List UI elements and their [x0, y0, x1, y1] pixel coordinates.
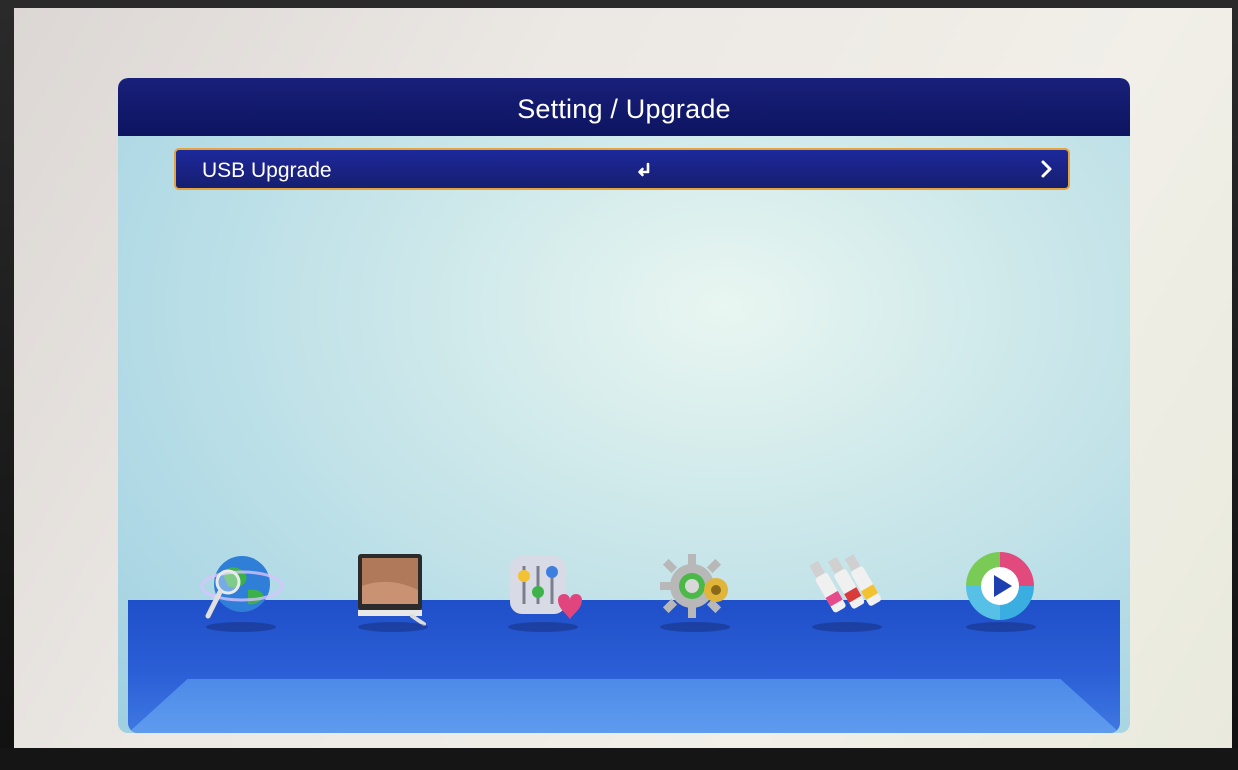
monitor-tv-icon[interactable]: [350, 546, 436, 632]
equalizer-heart-icon[interactable]: [500, 546, 586, 632]
osd-panel: Setting / Upgrade USB Upgrade: [118, 78, 1130, 733]
menu-item-usb-upgrade[interactable]: USB Upgrade: [174, 148, 1070, 190]
shelf-floor: [128, 679, 1120, 733]
media-play-icon[interactable]: [958, 546, 1044, 632]
icon-shadow: [508, 622, 578, 632]
monitor-tv-graphic: [358, 554, 426, 626]
icon-shadow: [206, 622, 276, 632]
icon-shadow: [358, 622, 428, 632]
av-cable-plugs-icon[interactable]: [804, 546, 890, 632]
equalizer-heart-graphic: [510, 556, 582, 620]
media-play-graphic: [966, 552, 1034, 620]
icon-shadow: [660, 622, 730, 632]
title-bar: Setting / Upgrade: [118, 78, 1130, 136]
icon-shadow: [966, 622, 1036, 632]
gear-settings-icon[interactable]: [652, 546, 738, 632]
av-cable-plugs-graphic: [809, 554, 882, 613]
globe-search-icon[interactable]: [198, 546, 284, 632]
enter-return-icon: [638, 162, 650, 177]
tv-bezel-bottom: [0, 748, 1238, 770]
globe-search-graphic: [200, 556, 284, 619]
chevron-right-icon[interactable]: [1040, 159, 1054, 179]
gear-settings-graphic: [660, 554, 728, 618]
icon-shadow: [812, 622, 882, 632]
page-title: Setting / Upgrade: [517, 94, 731, 124]
menu-item-label: USB Upgrade: [202, 159, 332, 182]
